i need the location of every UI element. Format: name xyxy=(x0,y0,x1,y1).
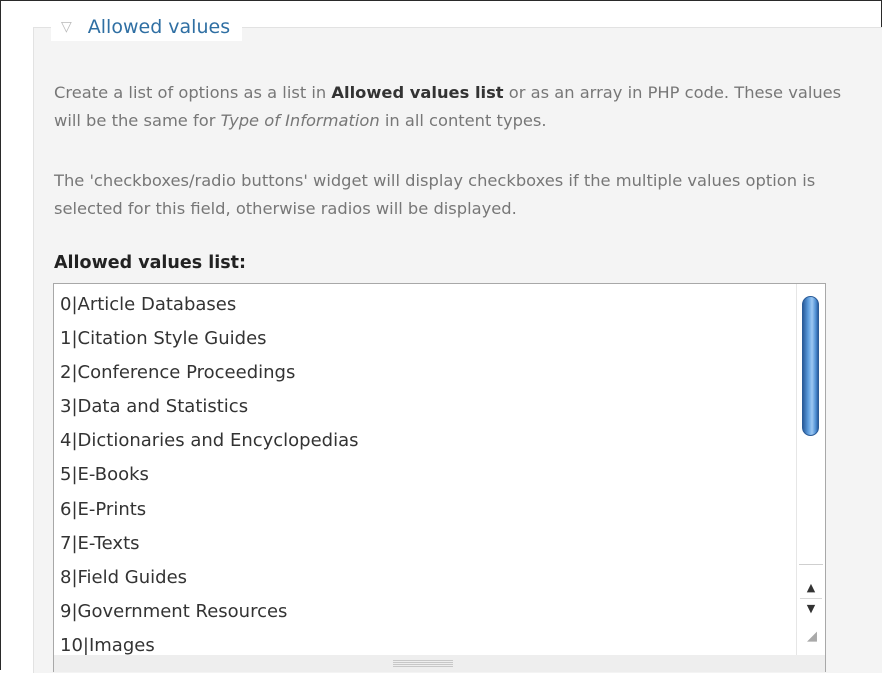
help-text-bold: Allowed values list xyxy=(331,83,504,102)
help-text-options: Create a list of options as a list in Al… xyxy=(54,79,854,135)
help-text-widget: The 'checkboxes/radio buttons' widget wi… xyxy=(54,171,816,218)
allowed-value-line[interactable]: 7|E-Texts xyxy=(60,527,359,561)
vertical-scrollbar[interactable]: ▲ ▼ xyxy=(796,284,825,671)
allowed-value-line[interactable]: 1|Citation Style Guides xyxy=(60,322,359,356)
scrollbar-track-end xyxy=(799,562,823,565)
scroll-up-arrow-icon[interactable]: ▲ xyxy=(804,581,818,595)
window-frame: ▽ Allowed values Create a list of option… xyxy=(0,0,882,673)
allowed-value-line[interactable]: 4|Dictionaries and Encyclopedias xyxy=(60,424,359,458)
allowed-value-line[interactable]: 6|E-Prints xyxy=(60,493,359,527)
allowed-value-line[interactable]: 3|Data and Statistics xyxy=(60,390,359,424)
scroll-arrow-divider xyxy=(800,598,822,599)
allowed-value-line[interactable]: 5|E-Books xyxy=(60,458,359,492)
allowed-values-textarea[interactable]: 0|Article Databases 1|Citation Style Guid… xyxy=(53,283,826,672)
fieldset-title-link[interactable]: Allowed values xyxy=(88,17,230,37)
grip-handle-icon[interactable] xyxy=(393,660,453,668)
allowed-value-line[interactable]: 0|Article Databases xyxy=(60,288,359,322)
allowed-value-line[interactable]: 8|Field Guides xyxy=(60,561,359,595)
help-text-italic: Type of Information xyxy=(220,111,380,130)
fieldset-legend[interactable]: ▽ Allowed values xyxy=(51,13,243,41)
scrollbar-thumb[interactable] xyxy=(802,296,819,436)
allowed-values-lines: 0|Article Databases 1|Citation Style Guid… xyxy=(60,288,359,663)
allowed-values-label: Allowed values list: xyxy=(54,253,247,273)
help-text-prefix: Create a list of options as a list in xyxy=(54,83,332,102)
resize-corner-icon[interactable]: ◢ xyxy=(807,630,821,644)
scroll-down-arrow-icon[interactable]: ▼ xyxy=(804,602,818,616)
allowed-value-line[interactable]: 2|Conference Proceedings xyxy=(60,356,359,390)
allowed-value-line[interactable]: 9|Government Resources xyxy=(60,595,359,629)
textarea-resize-grip[interactable] xyxy=(53,655,826,672)
help-text-suffix: in all content types. xyxy=(379,111,547,130)
collapse-triangle-icon[interactable]: ▽ xyxy=(61,20,72,34)
